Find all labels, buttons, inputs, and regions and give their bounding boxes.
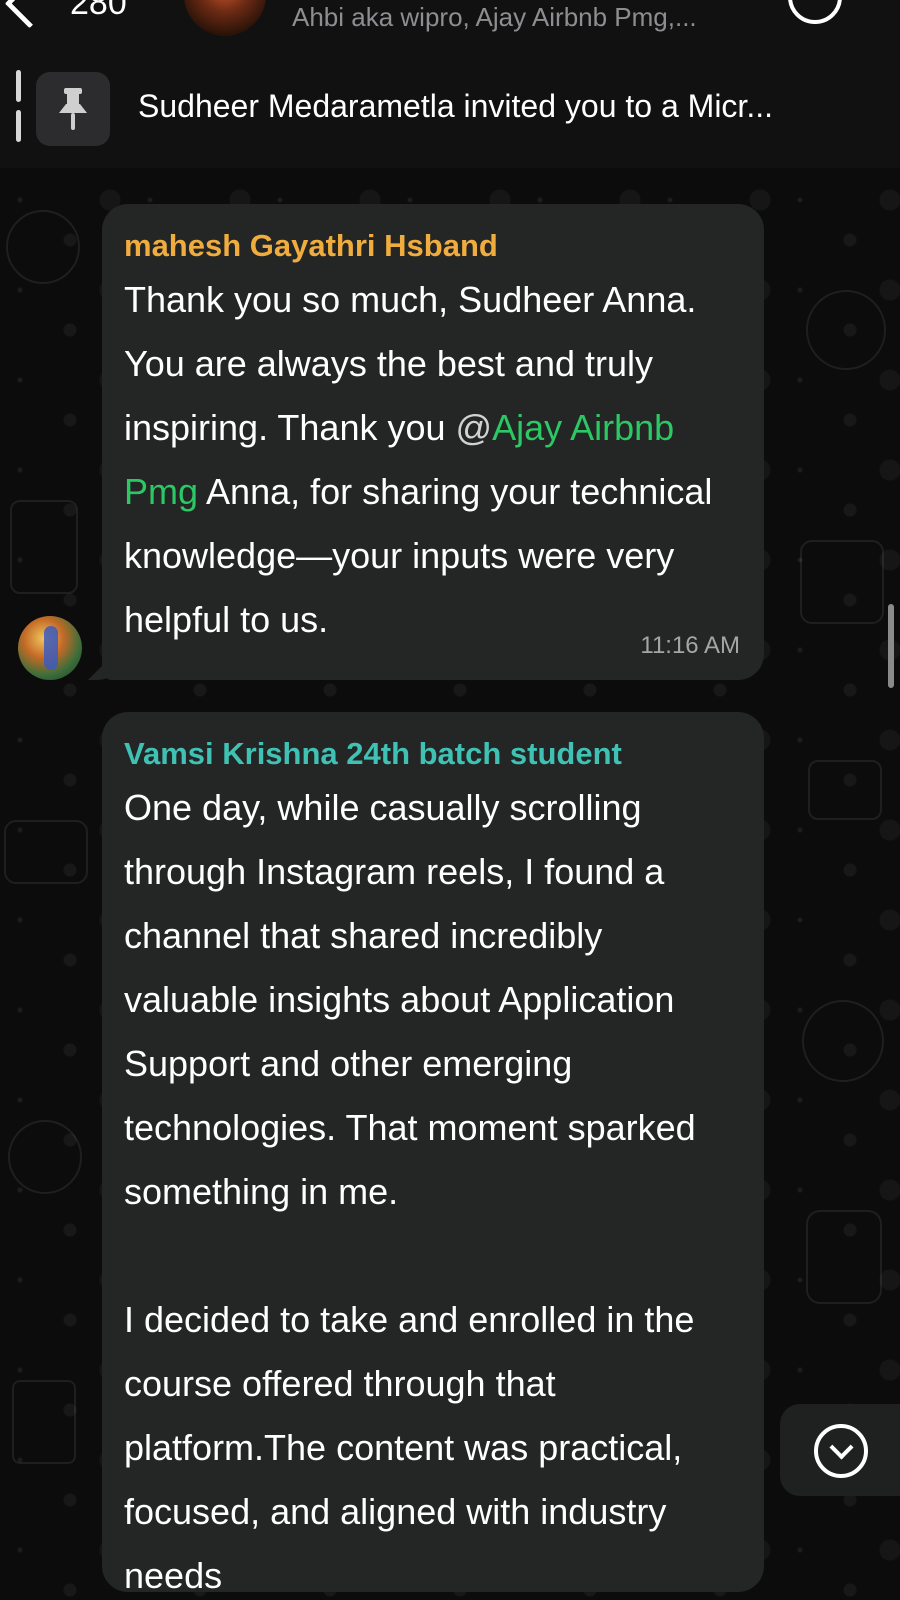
message-sender-name[interactable]: mahesh Gayathri Hsband [124, 226, 740, 266]
doodle-shape [8, 1120, 82, 1194]
message-bubble[interactable]: mahesh Gayathri Hsband Thank you so much… [102, 204, 764, 680]
pinned-message-bar[interactable]: Sudheer Medarametla invited you to a Mic… [0, 48, 900, 168]
group-members-subtitle[interactable]: Ahbi aka wipro, Ajay Airbnb Pmg,... [292, 2, 697, 33]
message-bubble[interactable]: Vamsi Krishna 24th batch student One day… [102, 712, 764, 1592]
chevron-left-icon[interactable] [4, 0, 55, 29]
scroll-to-bottom-button[interactable] [780, 1404, 900, 1496]
message-sender-name[interactable]: Vamsi Krishna 24th batch student [124, 734, 740, 774]
scroll-indicator[interactable] [888, 604, 894, 688]
message-text-part: Anna, for sharing your technical knowled… [124, 471, 723, 640]
mention-at-sign: @ [455, 407, 493, 448]
call-icon[interactable] [788, 0, 842, 24]
pin-indicator-segment [16, 70, 21, 102]
message-text: One day, while casually scrolling throug… [124, 787, 696, 1592]
chevron-down-circle-icon[interactable] [814, 1424, 868, 1478]
pin-icon [36, 72, 110, 146]
pinned-message-text[interactable]: Sudheer Medarametla invited you to a Mic… [138, 88, 773, 125]
doodle-shape [4, 820, 88, 884]
doodle-shape [10, 500, 78, 594]
doodle-shape [802, 1000, 884, 1082]
message-text: Thank you so much, Sudheer Anna. You are… [124, 268, 740, 652]
chat-header: 280 Ahbi aka wipro, Ajay Airbnb Pmg,... [0, 0, 900, 48]
doodle-shape [12, 1380, 76, 1464]
doodle-shape [806, 290, 886, 370]
group-avatar[interactable] [184, 0, 266, 36]
doodle-shape [800, 540, 884, 624]
sender-avatar[interactable] [18, 616, 82, 680]
pin-indicator-segment [16, 110, 21, 142]
doodle-shape [808, 760, 882, 820]
back-unread-count[interactable]: 280 [70, 0, 127, 23]
doodle-shape [6, 210, 80, 284]
doodle-shape [806, 1210, 882, 1304]
message-timestamp: 11:16 AM [640, 632, 740, 659]
